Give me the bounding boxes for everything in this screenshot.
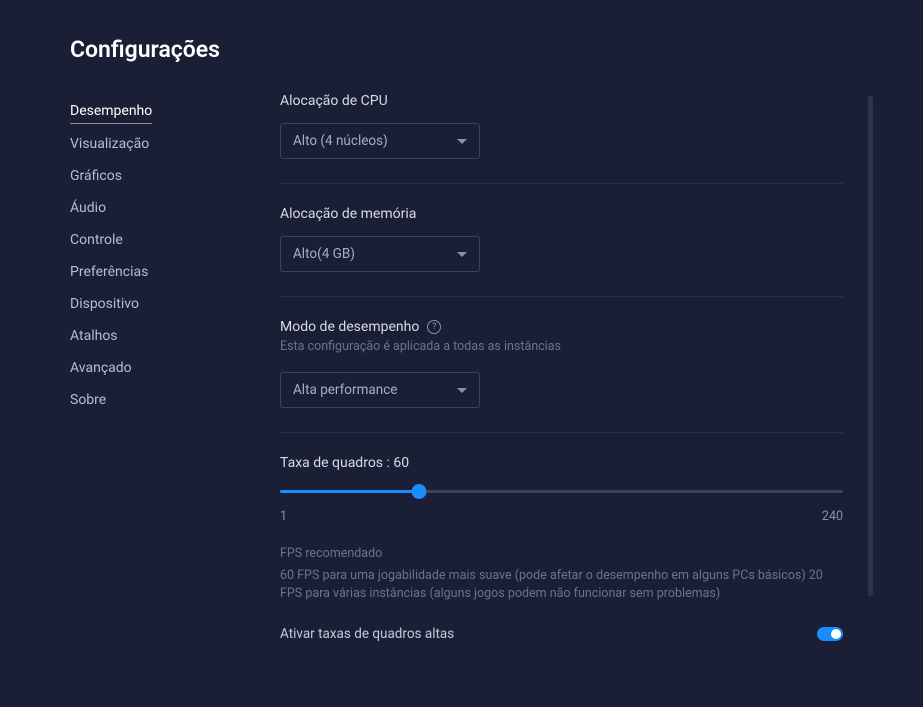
main-panel: Alocação de CPU Alto (4 núcleos) Alocaçã… xyxy=(280,93,873,653)
slider-thumb[interactable] xyxy=(412,484,427,499)
chevron-down-icon xyxy=(457,252,467,257)
page-title: Configurações xyxy=(70,36,873,63)
sidebar-item-desempenho[interactable]: Desempenho xyxy=(70,95,152,124)
sidebar-item-preferencias[interactable]: Preferências xyxy=(70,256,220,288)
fps-recommended-title: FPS recomendado xyxy=(280,546,843,561)
sidebar: Desempenho Visualização Gráficos Áudio C… xyxy=(70,93,220,653)
framerate-label-prefix: Taxa de quadros : xyxy=(280,455,393,471)
cpu-allocation-label: Alocação de CPU xyxy=(280,93,843,109)
slider-range: 1 240 xyxy=(280,509,843,524)
framerate-value: 60 xyxy=(393,455,409,471)
framerate-min: 1 xyxy=(280,509,287,524)
high-fps-toggle-label: Ativar taxas de quadros altas xyxy=(280,626,454,642)
memory-allocation-value: Alto(4 GB) xyxy=(293,246,355,262)
scrollbar[interactable] xyxy=(868,96,873,596)
help-icon[interactable]: ? xyxy=(427,320,441,334)
sidebar-item-atalhos[interactable]: Atalhos xyxy=(70,320,220,352)
chevron-down-icon xyxy=(457,139,467,144)
sidebar-item-dispositivo[interactable]: Dispositivo xyxy=(70,288,220,320)
sidebar-item-controle[interactable]: Controle xyxy=(70,224,220,256)
framerate-max: 240 xyxy=(822,509,843,524)
performance-mode-label: Modo de desempenho ? xyxy=(280,319,843,335)
cpu-allocation-select[interactable]: Alto (4 núcleos) xyxy=(280,123,480,159)
performance-mode-sublabel: Esta configuração é aplicada a todas as … xyxy=(280,339,843,354)
high-fps-toggle[interactable] xyxy=(817,627,843,641)
toggle-knob xyxy=(831,629,841,639)
sidebar-item-visualizacao[interactable]: Visualização xyxy=(70,128,220,160)
performance-mode-label-text: Modo de desempenho xyxy=(280,319,419,335)
performance-mode-value: Alta performance xyxy=(293,382,397,398)
framerate-label: Taxa de quadros : 60 xyxy=(280,455,843,471)
performance-mode-select[interactable]: Alta performance xyxy=(280,372,480,408)
sidebar-item-graficos[interactable]: Gráficos xyxy=(70,160,220,192)
sidebar-item-avancado[interactable]: Avançado xyxy=(70,352,220,384)
sidebar-item-sobre[interactable]: Sobre xyxy=(70,384,220,416)
memory-allocation-label: Alocação de memória xyxy=(280,206,843,222)
sidebar-item-audio[interactable]: Áudio xyxy=(70,192,220,224)
memory-allocation-select[interactable]: Alto(4 GB) xyxy=(280,236,480,272)
chevron-down-icon xyxy=(457,388,467,393)
cpu-allocation-value: Alto (4 núcleos) xyxy=(293,133,388,149)
framerate-slider[interactable] xyxy=(280,483,843,501)
fps-recommended-text: 60 FPS para uma jogabilidade mais suave … xyxy=(280,567,843,603)
slider-fill xyxy=(280,490,419,493)
